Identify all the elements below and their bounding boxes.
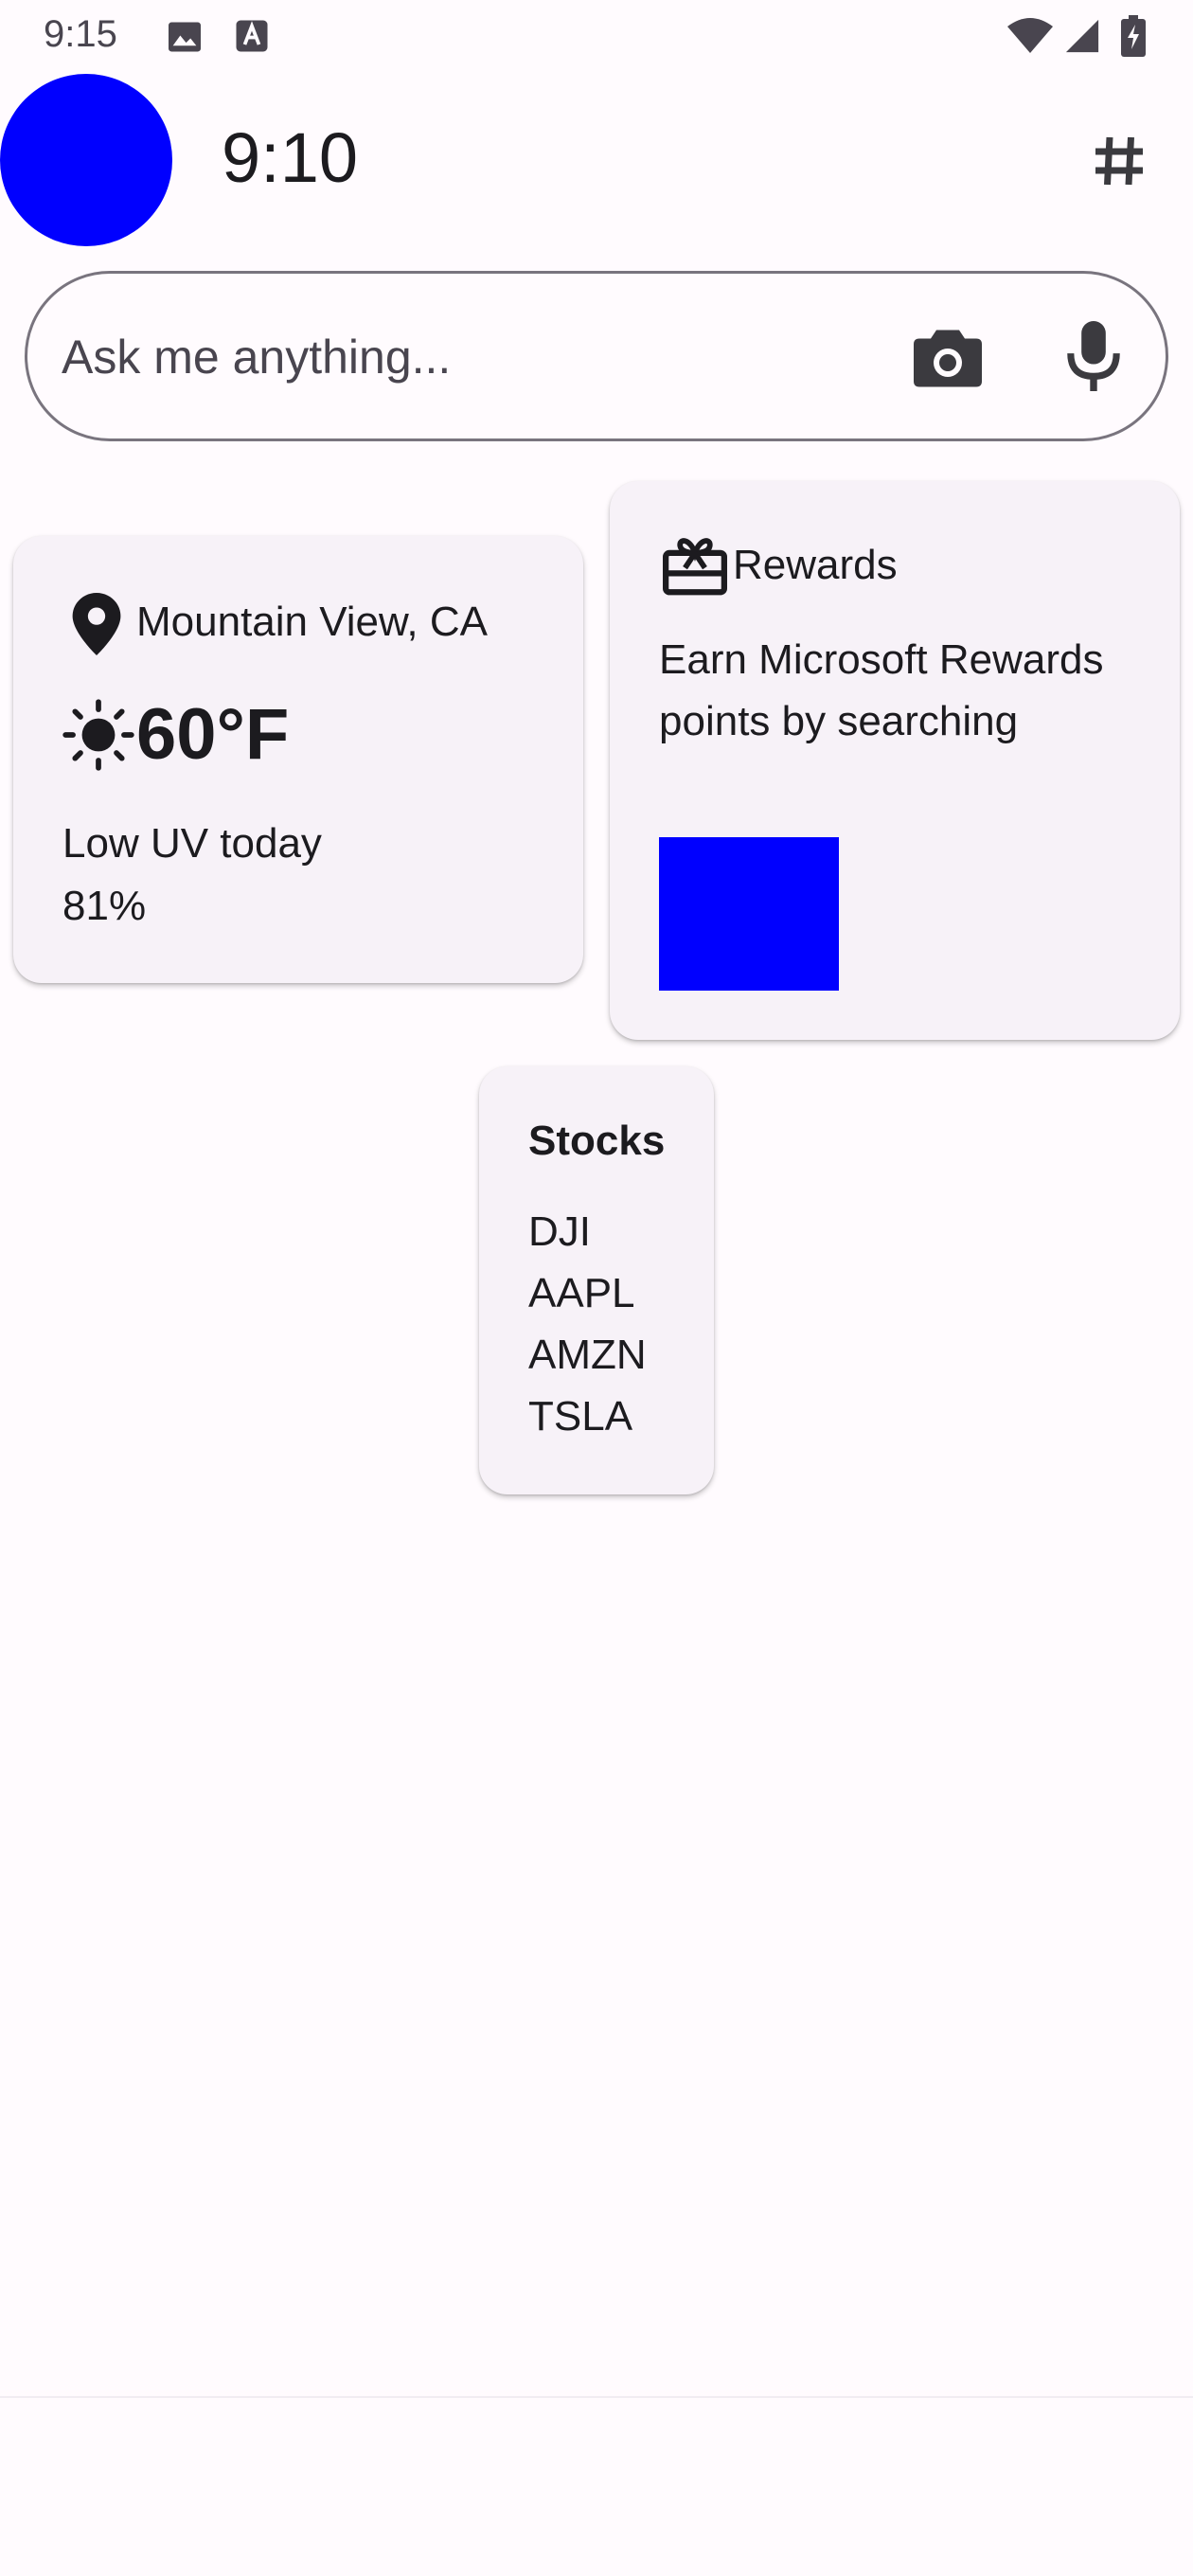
location-pin-icon xyxy=(72,593,121,655)
stock-item[interactable]: AAPL xyxy=(528,1262,647,1324)
camera-icon[interactable] xyxy=(914,327,982,387)
gift-card-icon xyxy=(663,538,727,596)
search-input[interactable] xyxy=(62,321,857,393)
rewards-title: Rewards xyxy=(733,542,898,588)
weather-temperature: 60°F xyxy=(136,694,290,775)
battery-charging-icon xyxy=(1121,15,1146,57)
status-bar: 9:15 xyxy=(0,0,1193,72)
rewards-card[interactable]: Rewards Earn Microsoft Rewards points by… xyxy=(610,481,1180,1040)
search-bar xyxy=(25,271,1168,441)
status-time: 9:15 xyxy=(44,13,117,55)
bottom-bar xyxy=(0,2398,1193,2576)
signal-icon xyxy=(1065,19,1099,53)
image-icon xyxy=(169,22,201,52)
header-time: 9:10 xyxy=(222,118,359,197)
stocks-title: Stocks xyxy=(528,1118,666,1164)
weather-location: Mountain View, CA xyxy=(136,599,488,645)
stock-item[interactable]: TSLA xyxy=(528,1386,647,1447)
wifi-icon xyxy=(1007,18,1053,53)
stock-item[interactable]: AMZN xyxy=(528,1324,647,1386)
weather-uv: Low UV today xyxy=(62,820,322,867)
weather-card[interactable]: Mountain View, CA 60°F Low UV today 81% xyxy=(13,536,583,983)
weather-humidity: 81% xyxy=(62,883,147,929)
rewards-image xyxy=(659,837,839,991)
a-icon xyxy=(236,20,268,52)
sun-icon xyxy=(62,699,134,771)
avatar[interactable] xyxy=(0,74,172,246)
stock-item[interactable]: DJI xyxy=(528,1201,647,1262)
mic-icon[interactable] xyxy=(1065,321,1122,391)
stocks-card[interactable]: Stocks DJI AAPL AMZN TSLA xyxy=(479,1066,714,1494)
stocks-list: DJI AAPL AMZN TSLA xyxy=(528,1201,647,1447)
rewards-description: Earn Microsoft Rewards points by searchi… xyxy=(659,636,1104,744)
hash-icon[interactable] xyxy=(1091,133,1148,189)
